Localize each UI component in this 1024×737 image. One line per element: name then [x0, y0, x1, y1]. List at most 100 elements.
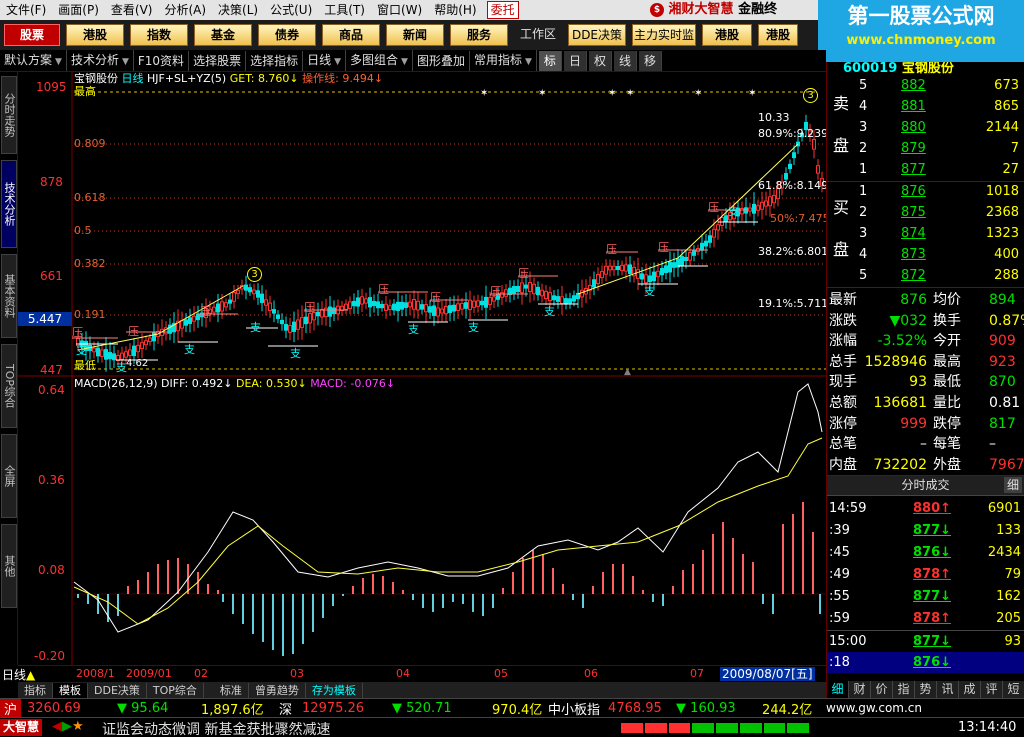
toolbar-line-icon[interactable]: 线 [613, 50, 637, 71]
tab-fullscreen[interactable]: 全屏 [1, 434, 17, 518]
toolbar-tech-analysis[interactable]: 技术分析 ▼ [67, 50, 134, 71]
menu-view-pane[interactable]: 画面(P) [52, 0, 105, 20]
toolbar-f10[interactable]: F10资料 [134, 50, 190, 71]
sh-label[interactable]: 沪 [0, 699, 22, 717]
nav-stocks[interactable]: 股票 [4, 24, 60, 46]
candle-body [708, 235, 712, 243]
nav-commodity[interactable]: 商品 [322, 24, 380, 46]
bid-row[interactable]: 2 875 2368 [855, 205, 1023, 224]
ticks-list[interactable]: 14:59 880↑ 6901:39 877↓ 133:45 876↓ 2434:49 878… [827, 496, 1024, 676]
nav-news[interactable]: 新闻 [386, 24, 444, 46]
ask-row[interactable]: 2 879 7 [855, 141, 1023, 160]
btab-top[interactable]: TOP综合 [147, 682, 204, 698]
quote-tab[interactable]: 短 [1003, 681, 1024, 698]
quote-tab[interactable]: 评 [981, 681, 1003, 698]
nav-dde[interactable]: DDE决策 [568, 24, 626, 46]
menu-decision[interactable]: 决策(L) [212, 0, 264, 20]
ticks-detail-button[interactable]: 细 [1003, 477, 1022, 493]
btab-save-template[interactable]: 存为模板 [306, 682, 363, 698]
tick-row[interactable]: :59 878↑ 205 [827, 608, 1024, 629]
toolbar-period[interactable]: 日线 ▼ [303, 50, 347, 71]
nav-hk-2[interactable]: 港股 [702, 24, 752, 46]
menu-view[interactable]: 查看(V) [105, 0, 159, 20]
toolbar-select-stock[interactable]: 选择股票 [189, 50, 247, 71]
ask-row[interactable]: 1 877 27 [855, 162, 1023, 181]
candle-body [444, 305, 448, 315]
nav-hk-stocks[interactable]: 港股 [66, 24, 124, 46]
sz-label[interactable]: 深 [279, 699, 292, 718]
nav-workspace[interactable]: 工作区 [514, 24, 562, 46]
tick-row[interactable]: :49 878↑ 79 [827, 564, 1024, 585]
tab-technical[interactable]: 技术分析 [1, 160, 17, 248]
news-icons: ◀▶★ [52, 719, 84, 734]
btab-indicator[interactable]: 指标 [18, 682, 53, 698]
bid-row[interactable]: 3 874 1323 [855, 226, 1023, 245]
tab-intraday[interactable]: 分时走势 [1, 76, 17, 154]
bid-row[interactable]: 4 873 400 [855, 247, 1023, 266]
quote-tab[interactable]: 势 [915, 681, 937, 698]
tab-fundamentals[interactable]: 基本资料 [1, 254, 17, 338]
tab-other[interactable]: 其他 [1, 524, 17, 608]
quote-tab[interactable]: 价 [871, 681, 893, 698]
menu-help[interactable]: 帮助(H) [428, 0, 482, 20]
menu-analysis[interactable]: 分析(A) [158, 0, 212, 20]
toolbar-overlay[interactable]: 图形叠加 [413, 50, 470, 71]
chart-area[interactable]: ✶ ✶ ✶ ✶ ✶ ✶ ▲ 1095 878 661 447 5.447 宝钢股份 日线 … [18, 72, 830, 665]
tick-row[interactable]: :45 876↓ 2434 [827, 542, 1024, 563]
menu-tools[interactable]: 工具(T) [318, 0, 371, 20]
resist-label: 压 [518, 267, 529, 280]
news-headline[interactable]: 证监会动态微调 新基金获批骤然减速 [102, 719, 330, 737]
quote-tab[interactable]: 成 [959, 681, 981, 698]
candle-body [96, 347, 100, 357]
tick-row[interactable]: 14:59 880↑ 6901 [827, 498, 1024, 519]
stat-key: 涨幅 [829, 333, 857, 350]
candle-body [136, 344, 140, 353]
menu-file[interactable]: 文件(F) [0, 0, 52, 20]
tick-row[interactable]: :18 876↓ [827, 652, 1024, 673]
bid-row[interactable]: 5 872 288 [855, 268, 1023, 287]
toolbar-day-icon[interactable]: 日 [563, 50, 587, 71]
bid-row[interactable]: 1 876 1018 [855, 184, 1023, 203]
quote-tab[interactable]: 财 [849, 681, 871, 698]
quote-tab[interactable]: 讯 [937, 681, 959, 698]
toolbar-default-scheme[interactable]: 默认方案 ▼ [0, 50, 67, 71]
ask-level: 4 [859, 99, 868, 114]
tick-row[interactable]: :39 877↓ 133 [827, 520, 1024, 541]
nav-service[interactable]: 服务 [450, 24, 508, 46]
tick-row[interactable]: :55 877↓ 162 [827, 586, 1024, 607]
btab-zengyong[interactable]: 曾勇趋势 [249, 682, 306, 698]
sme-label[interactable]: 中小板指 [548, 699, 600, 718]
y-label-447: 447 [40, 363, 63, 377]
quote-tab[interactable]: 细 [827, 681, 849, 698]
toolbar-multi-chart[interactable]: 多图组合 ▼ [346, 50, 413, 71]
nav-bond[interactable]: 债券 [258, 24, 316, 46]
ask-row[interactable]: 5 882 673 [855, 78, 1023, 97]
nav-index[interactable]: 指数 [130, 24, 188, 46]
candle-body [356, 297, 360, 307]
menu-formula[interactable]: 公式(U) [264, 0, 318, 20]
site-url[interactable]: www.gw.com.cn [826, 701, 922, 715]
nav-fund[interactable]: 基金 [194, 24, 252, 46]
nav-hk-3[interactable]: 港股 [758, 24, 798, 46]
toolbar-common-indicator[interactable]: 常用指标 ▼ [470, 50, 537, 71]
scroll-right-icon[interactable]: ▶ [62, 719, 72, 734]
nav-main-monitor[interactable]: 主力实时监 [632, 24, 696, 46]
toolbar-rights-icon[interactable]: 权 [588, 50, 612, 71]
entrust-button[interactable]: 委托 [486, 1, 519, 19]
tick-row[interactable]: 15:00 877↓ 93 [827, 630, 1024, 651]
scroll-left-icon[interactable]: ◀ [52, 719, 62, 734]
btab-template[interactable]: 模板 [53, 682, 88, 698]
toolbar-move-icon[interactable]: 移 [638, 50, 662, 71]
quote-tab[interactable]: 指 [893, 681, 915, 698]
support-label: 支 [290, 347, 301, 360]
tab-top[interactable]: TOP综合 [1, 344, 17, 428]
star-marker-icon: ✶ [748, 88, 756, 99]
menu-window[interactable]: 窗口(W) [371, 0, 428, 20]
toolbar-select-indicator[interactable]: 选择指标 [246, 50, 304, 71]
ask-row[interactable]: 4 881 865 [855, 99, 1023, 118]
ask-row[interactable]: 3 880 2144 [855, 120, 1023, 139]
btab-standard[interactable]: 标准 [214, 682, 249, 698]
toolbar-mark-icon[interactable]: 标 [538, 50, 562, 71]
brand-name: 湘财大智慧 [668, 2, 734, 17]
btab-dde[interactable]: DDE决策 [88, 682, 147, 698]
